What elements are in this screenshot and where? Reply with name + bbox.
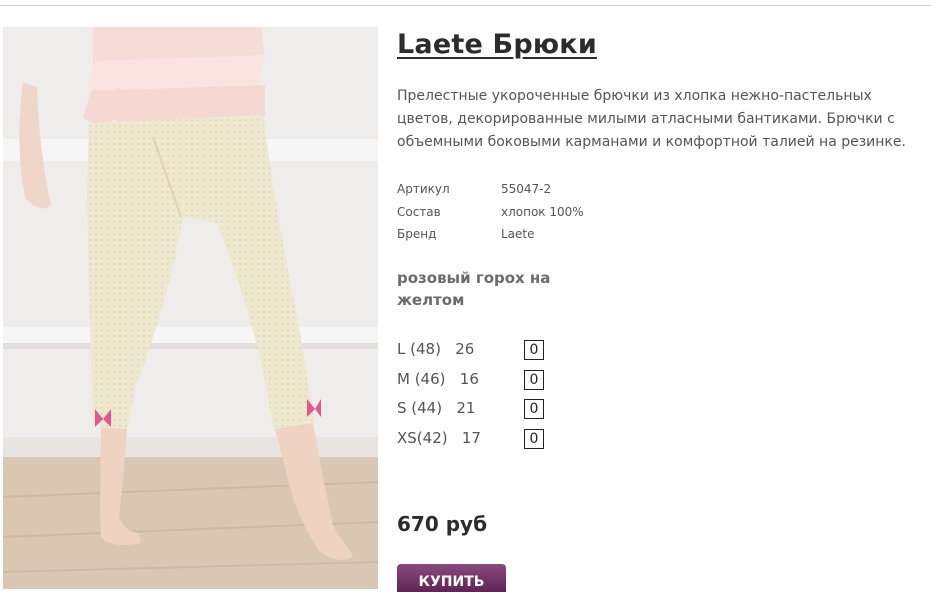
- product-specs: Артикул 55047-2 Состав хлопок 100% Бренд…: [397, 178, 584, 246]
- top-divider: [0, 5, 931, 6]
- quantity-input-xs[interactable]: 0: [524, 428, 544, 449]
- buy-button[interactable]: КУПИТЬ: [397, 564, 506, 592]
- quantity-input-m[interactable]: 0: [524, 369, 544, 390]
- spec-value: Laete: [501, 227, 535, 241]
- product-price: 670 руб: [397, 512, 488, 536]
- quantity-input-l[interactable]: 0: [524, 340, 544, 360]
- spec-value: 55047-2: [501, 182, 552, 196]
- product-color: розовый горох на желтом: [397, 269, 551, 309]
- quantity-input-s[interactable]: 0: [524, 399, 544, 419]
- size-label: M (46) 16: [397, 369, 479, 388]
- spec-label: Бренд: [397, 227, 437, 241]
- size-label: S (44) 21: [397, 399, 476, 417]
- product-details: Laete Брюки Прелестные укороченные брючк…: [397, 27, 917, 592]
- size-label: XS(42) 17: [397, 428, 481, 447]
- size-label: L (48) 26: [397, 340, 475, 358]
- spec-row-brand: Бренд Laete: [397, 223, 584, 246]
- spec-row-article: Артикул 55047-2: [397, 178, 584, 201]
- spec-label: Артикул: [397, 182, 450, 196]
- product-image[interactable]: [3, 27, 378, 589]
- spec-value: хлопок 100%: [501, 204, 584, 219]
- spec-label: Состав: [397, 204, 441, 219]
- spec-row-composition: Состав хлопок 100%: [397, 201, 584, 224]
- product-title[interactable]: Laete Брюки: [397, 27, 917, 63]
- product-description: Прелестные укороченные брючки из хлопка …: [397, 88, 906, 150]
